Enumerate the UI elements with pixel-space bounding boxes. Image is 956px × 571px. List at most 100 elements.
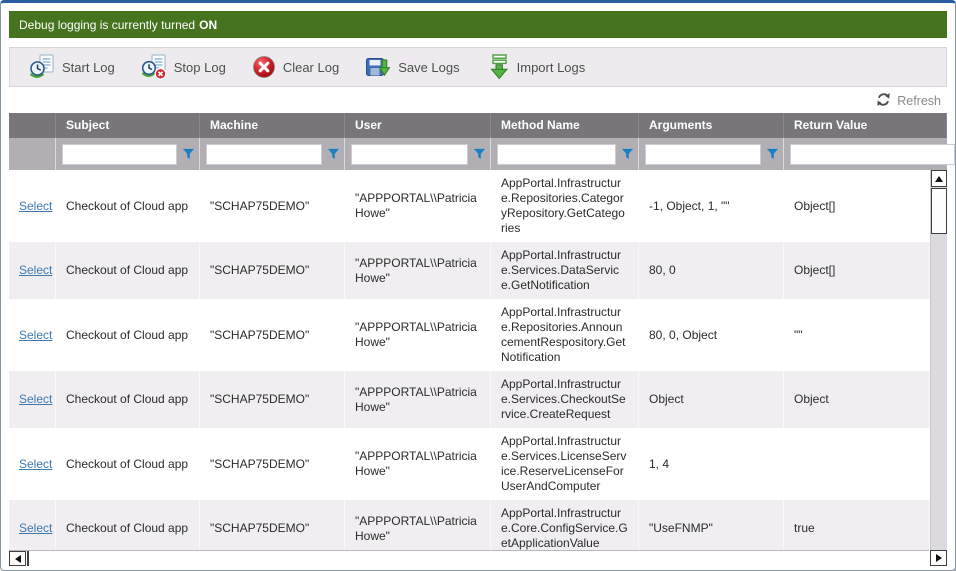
- return-value-filter-input[interactable]: [790, 144, 955, 165]
- refresh-label: Refresh: [897, 94, 941, 108]
- return-value-cell: Object[]: [784, 242, 930, 299]
- method-name-cell: AppPortal.Infrastructure.Services.Checko…: [491, 371, 639, 428]
- machine-filter-icon[interactable]: [327, 148, 340, 161]
- filter-cell-user: [345, 138, 491, 170]
- stop-log-button[interactable]: Stop Log: [128, 48, 239, 86]
- return-value-cell: [784, 428, 930, 500]
- machine-cell: "SCHAP75DEMO": [200, 242, 345, 299]
- banner-text: Debug logging is currently turned: [19, 18, 195, 32]
- subject-filter-icon[interactable]: [182, 148, 195, 161]
- refresh-button[interactable]: Refresh: [876, 92, 941, 110]
- clear-log-icon: [252, 55, 276, 79]
- machine-filter-input[interactable]: [206, 144, 322, 165]
- scroll-up-button[interactable]: [931, 170, 947, 187]
- machine-cell: "SCHAP75DEMO": [200, 371, 345, 428]
- user-cell: "APPPORTAL\\PatriciaHowe": [345, 371, 491, 428]
- user-filter-icon[interactable]: [473, 148, 486, 161]
- return-value-cell: Object: [784, 371, 930, 428]
- filter-row: [9, 138, 947, 170]
- debug-status-banner: Debug logging is currently turned ON: [9, 11, 947, 38]
- user-cell: "APPPORTAL\\PatriciaHowe": [345, 428, 491, 500]
- machine-cell: "SCHAP75DEMO": [200, 500, 345, 550]
- filter-cell-subject: [56, 138, 200, 170]
- user-filter-input[interactable]: [351, 144, 468, 165]
- select-link[interactable]: Select: [19, 263, 52, 278]
- arguments-cell: "UseFNMP": [639, 500, 784, 550]
- method-name-cell: AppPortal.Infrastructure.Services.DataSe…: [491, 242, 639, 299]
- up-arrow-icon: [935, 176, 943, 182]
- start-log-icon: [29, 54, 55, 80]
- method-name-cell: AppPortal.Infrastructure.Core.ConfigServ…: [491, 500, 639, 550]
- select-link[interactable]: Select: [19, 199, 52, 214]
- horizontal-scrollbar[interactable]: [9, 550, 929, 566]
- header-cell-arguments[interactable]: Arguments: [639, 113, 784, 138]
- arguments-cell: Object: [639, 371, 784, 428]
- filter-cell-arguments: [639, 138, 784, 170]
- subject-cell: Checkout of Cloud app: [56, 242, 200, 299]
- debug-log-window: Debug logging is currently turned ON Sta…: [0, 0, 956, 571]
- import-logs-button[interactable]: Import Logs: [473, 48, 599, 86]
- table-row: Select Checkout of Cloud app "SCHAP75DEM…: [9, 242, 930, 299]
- subject-cell: Checkout of Cloud app: [56, 170, 200, 242]
- machine-cell: "SCHAP75DEMO": [200, 428, 345, 500]
- import-logs-label: Import Logs: [517, 60, 586, 75]
- user-cell: "APPPORTAL\\PatriciaHowe": [345, 500, 491, 550]
- vertical-scroll-thumb[interactable]: [931, 188, 947, 234]
- return-value-cell: "": [784, 299, 930, 371]
- method-name-filter-input[interactable]: [497, 144, 616, 165]
- right-arrow-icon: [936, 554, 942, 562]
- start-log-label: Start Log: [62, 60, 115, 75]
- machine-cell: "SCHAP75DEMO": [200, 299, 345, 371]
- arguments-cell: 80, 0, Object: [639, 299, 784, 371]
- refresh-icon: [876, 92, 891, 110]
- user-cell: "APPPORTAL\\PatriciaHowe": [345, 170, 491, 242]
- vertical-scrollbar[interactable]: [930, 170, 947, 550]
- header-cell-method-name[interactable]: Method Name: [491, 113, 639, 138]
- table-row: Select Checkout of Cloud app "SCHAP75DEM…: [9, 299, 930, 371]
- method-name-filter-icon[interactable]: [621, 148, 634, 161]
- select-link[interactable]: Select: [19, 392, 52, 407]
- arguments-cell: 1, 4: [639, 428, 784, 500]
- machine-cell: "SCHAP75DEMO": [200, 170, 345, 242]
- scroll-left-button[interactable]: [9, 551, 26, 566]
- log-table: Subject Machine User Method Name Argumen…: [9, 113, 947, 566]
- subject-cell: Checkout of Cloud app: [56, 299, 200, 371]
- arguments-cell: -1, Object, 1, "": [639, 170, 784, 242]
- header-cell-return-value[interactable]: Return Value: [784, 113, 947, 138]
- save-logs-button[interactable]: Save Logs: [352, 48, 472, 86]
- select-link[interactable]: Select: [19, 521, 52, 536]
- clear-log-button[interactable]: Clear Log: [239, 48, 352, 86]
- scroll-right-button[interactable]: [930, 550, 947, 566]
- arguments-filter-input[interactable]: [645, 144, 761, 165]
- filter-cell-machine: [200, 138, 345, 170]
- select-link[interactable]: Select: [19, 328, 52, 343]
- left-arrow-icon: [15, 555, 21, 563]
- table-header-row: Subject Machine User Method Name Argumen…: [9, 113, 947, 138]
- method-name-cell: AppPortal.Infrastructure.Repositories.An…: [491, 299, 639, 371]
- start-log-button[interactable]: Start Log: [16, 48, 128, 86]
- stop-log-label: Stop Log: [174, 60, 226, 75]
- user-cell: "APPPORTAL\\PatriciaHowe": [345, 242, 491, 299]
- subject-filter-input[interactable]: [62, 144, 177, 165]
- save-logs-label: Save Logs: [398, 60, 459, 75]
- subject-cell: Checkout of Cloud app: [56, 500, 200, 550]
- horizontal-scroll-thumb[interactable]: [27, 551, 929, 566]
- import-logs-icon: [486, 54, 510, 80]
- filter-cell-select: [9, 138, 56, 170]
- subject-cell: Checkout of Cloud app: [56, 428, 200, 500]
- table-row: Select Checkout of Cloud app "SCHAP75DEM…: [9, 170, 930, 242]
- table-row: Select Checkout of Cloud app "SCHAP75DEM…: [9, 500, 930, 550]
- table-row: Select Checkout of Cloud app "SCHAP75DEM…: [9, 428, 930, 500]
- save-logs-icon: [365, 55, 391, 80]
- user-cell: "APPPORTAL\\PatriciaHowe": [345, 299, 491, 371]
- header-cell-user[interactable]: User: [345, 113, 491, 138]
- arguments-filter-icon[interactable]: [766, 148, 779, 161]
- arguments-cell: 80, 0: [639, 242, 784, 299]
- select-link[interactable]: Select: [19, 457, 52, 472]
- filter-cell-return-value: [784, 138, 956, 170]
- header-cell-machine[interactable]: Machine: [200, 113, 345, 138]
- return-value-cell: true: [784, 500, 930, 550]
- header-cell-subject[interactable]: Subject: [56, 113, 200, 138]
- filter-cell-method-name: [491, 138, 639, 170]
- subject-cell: Checkout of Cloud app: [56, 371, 200, 428]
